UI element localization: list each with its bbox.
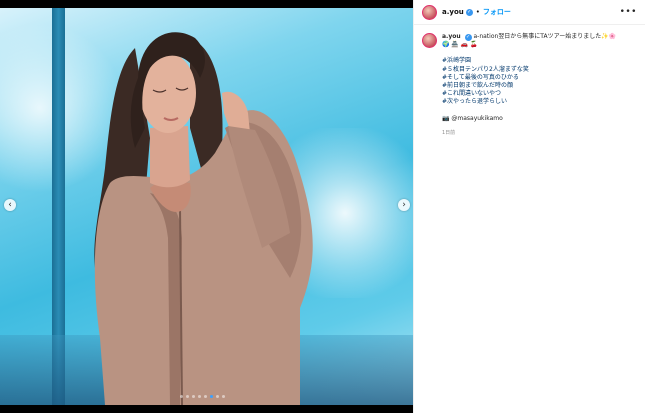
hashtag-link[interactable]: #前日朝まで飲んだ時の顔	[442, 82, 637, 90]
carousel-dot	[192, 395, 195, 398]
photo-credit[interactable]: 📷 @masayukikamo	[442, 115, 637, 123]
follow-button[interactable]: フォロー	[483, 7, 511, 17]
chevron-left-icon: ‹	[8, 200, 12, 210]
instagram-post: ‹ › a.you ✓ • フォロー ••• a.you ✓ a-nation翌…	[0, 0, 645, 413]
post-media: ‹ ›	[0, 0, 413, 413]
hashtag-link[interactable]: #浜崎学園	[442, 57, 637, 65]
verified-badge-icon: ✓	[465, 8, 473, 16]
post-header: a.you ✓ • フォロー •••	[414, 0, 645, 25]
carousel-dot	[198, 395, 201, 398]
hashtag-link[interactable]: #５枚目テンパり2人溜まずな笑	[442, 66, 637, 74]
performer-figure	[94, 32, 313, 405]
avatar[interactable]	[422, 33, 437, 48]
caption-first-line: a-nation翌日から無事にTAツアー始まりました✨🌸	[473, 33, 617, 40]
caption-emojis: 🌍 🏯 🚗 🍒	[442, 41, 478, 49]
username-link[interactable]: a.you	[442, 8, 464, 16]
carousel-dot-active	[210, 395, 213, 398]
more-options-icon[interactable]: •••	[620, 7, 637, 17]
caption: a.you ✓ a-nation翌日から無事にTAツアー始まりました✨🌸 🌍 🏯…	[442, 33, 637, 137]
avatar[interactable]	[422, 4, 437, 20]
verified-badge-icon: ✓	[464, 34, 472, 41]
hashtag-link[interactable]: #次やったら退学らしい	[442, 98, 637, 106]
carousel-dot	[186, 395, 189, 398]
post-timestamp: 1日前	[442, 129, 456, 136]
post-detail-panel: a.you ✓ • フォロー ••• a.you ✓ a-nation翌日から無…	[413, 0, 645, 413]
post-photo	[0, 8, 413, 405]
carousel-prev-button[interactable]: ‹	[4, 199, 16, 211]
carousel-indicator	[180, 395, 225, 398]
carousel-dot	[222, 395, 225, 398]
caption-username-link[interactable]: a.you	[442, 33, 461, 40]
caption-block: a.you ✓ a-nation翌日から無事にTAツアー始まりました✨🌸 🌍 🏯…	[414, 25, 645, 137]
carousel-dot	[204, 395, 207, 398]
chevron-right-icon: ›	[402, 200, 406, 210]
carousel-next-button[interactable]: ›	[398, 199, 410, 211]
carousel-dot	[180, 395, 183, 398]
hashtag-link[interactable]: #そして最後の写真のひかる	[442, 74, 637, 82]
carousel-dot	[216, 395, 219, 398]
separator-dot: •	[475, 8, 480, 16]
